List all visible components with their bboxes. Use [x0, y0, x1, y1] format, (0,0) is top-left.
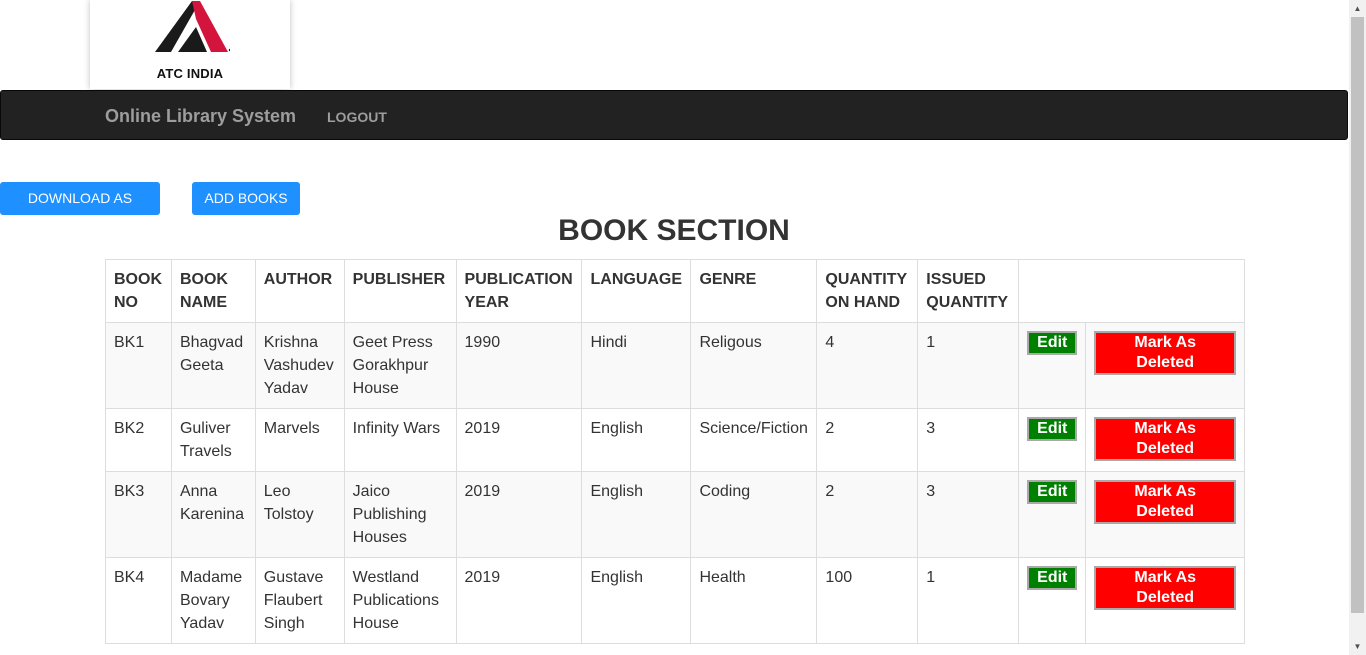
header-author: AUTHOR — [254, 259, 345, 323]
cell-book-name: Guliver Travels — [170, 408, 256, 472]
cell-edit: Edit — [1018, 557, 1087, 644]
cell-delete: Mark As Deleted — [1085, 557, 1245, 644]
header-issued-quantity: ISSUED QUANTITY — [917, 259, 1020, 323]
download-csv-button[interactable]: DOWNLOAD AS CSV — [0, 182, 160, 239]
cell-delete: Mark As Deleted — [1085, 322, 1245, 409]
edit-button[interactable]: Edit — [1027, 480, 1078, 504]
cell-book-name: Madame Bovary Yadav — [170, 557, 256, 644]
cell-delete: Mark As Deleted — [1085, 408, 1245, 472]
header-book-name: BOOK NAME — [170, 259, 256, 323]
cell-book-no: BK3 — [105, 471, 172, 558]
header-genre: GENRE — [690, 259, 818, 323]
table-row: BK1 Bhagvad Geeta Krishna Vashudev Yadav… — [105, 322, 1245, 409]
cell-genre: Science/Fiction — [690, 408, 818, 472]
cell-genre: Health — [690, 557, 818, 644]
logo-text: ATC INDIA — [156, 66, 224, 81]
cell-publisher: Infinity Wars — [343, 408, 457, 472]
cell-issued-quantity: 1 — [917, 322, 1020, 409]
mark-deleted-button[interactable]: Mark As Deleted — [1094, 480, 1236, 524]
table-header-row: BOOK NO BOOK NAME AUTHOR PUBLISHER PUBLI… — [105, 259, 1245, 323]
mark-deleted-button[interactable]: Mark As Deleted — [1094, 331, 1236, 375]
edit-button[interactable]: Edit — [1027, 566, 1078, 590]
navbar-brand[interactable]: Online Library System — [105, 106, 296, 127]
edit-button[interactable]: Edit — [1027, 331, 1078, 355]
table-row: BK3 Anna Karenina Leo Tolstoy Jaico Publ… — [105, 471, 1245, 558]
cell-issued-quantity: 3 — [917, 471, 1020, 558]
cell-publisher: Jaico Publishing Houses — [343, 471, 457, 558]
header-quantity-on-hand: QUANTITY ON HAND — [816, 259, 919, 323]
atc-logo-icon — [155, 1, 230, 52]
edit-button[interactable]: Edit — [1027, 417, 1078, 441]
table-row: BK2 Guliver Travels Marvels Infinity War… — [105, 408, 1245, 472]
cell-edit: Edit — [1018, 322, 1087, 409]
cell-publication-year: 1990 — [455, 322, 583, 409]
cell-book-no: BK1 — [105, 322, 172, 409]
company-logo: ATC INDIA — [90, 0, 290, 89]
mark-deleted-button[interactable]: Mark As Deleted — [1094, 566, 1236, 610]
cell-quantity-on-hand: 4 — [816, 322, 919, 409]
cell-author: Leo Tolstoy — [254, 471, 345, 558]
cell-book-no: BK2 — [105, 408, 172, 472]
page-title: BOOK SECTION — [558, 214, 790, 247]
cell-quantity-on-hand: 2 — [816, 471, 919, 558]
cell-book-no: BK4 — [105, 557, 172, 644]
cell-language: Hindi — [581, 322, 692, 409]
header-publication-year: PUBLICATION YEAR — [455, 259, 583, 323]
scroll-up-arrow-icon[interactable]: ▲ — [1349, 0, 1366, 17]
cell-book-name: Anna Karenina — [170, 471, 256, 558]
cell-edit: Edit — [1018, 408, 1087, 472]
cell-language: English — [581, 557, 692, 644]
cell-author: Krishna Vashudev Yadav — [254, 322, 345, 409]
vertical-scrollbar[interactable]: ▲ ▼ — [1349, 0, 1366, 655]
cell-language: English — [581, 471, 692, 558]
cell-publication-year: 2019 — [455, 557, 583, 644]
top-navbar: Online Library System LOGOUT — [0, 90, 1348, 140]
header-language: LANGUAGE — [581, 259, 692, 323]
add-books-button[interactable]: ADD BOOKS — [192, 182, 300, 215]
table-row: BK4 Madame Bovary Yadav Gustave Flaubert… — [105, 557, 1245, 644]
cell-author: Gustave Flaubert Singh — [254, 557, 345, 644]
scrollbar-thumb[interactable] — [1351, 17, 1364, 613]
cell-language: English — [581, 408, 692, 472]
cell-issued-quantity: 3 — [917, 408, 1020, 472]
cell-book-name: Bhagvad Geeta — [170, 322, 256, 409]
cell-delete: Mark As Deleted — [1085, 471, 1245, 558]
logout-link[interactable]: LOGOUT — [327, 109, 387, 125]
cell-genre: Coding — [690, 471, 818, 558]
cell-publisher: Geet Press Gorakhpur House — [343, 322, 457, 409]
header-actions — [1018, 259, 1245, 323]
books-table: BOOK NO BOOK NAME AUTHOR PUBLISHER PUBLI… — [105, 259, 1245, 644]
cell-issued-quantity: 1 — [917, 557, 1020, 644]
cell-publication-year: 2019 — [455, 408, 583, 472]
cell-genre: Religous — [690, 322, 818, 409]
cell-quantity-on-hand: 100 — [816, 557, 919, 644]
cell-quantity-on-hand: 2 — [816, 408, 919, 472]
header-publisher: PUBLISHER — [343, 259, 457, 323]
cell-publisher: Westland Publications House — [343, 557, 457, 644]
cell-author: Marvels — [254, 408, 345, 472]
cell-publication-year: 2019 — [455, 471, 583, 558]
mark-deleted-button[interactable]: Mark As Deleted — [1094, 417, 1236, 461]
cell-edit: Edit — [1018, 471, 1087, 558]
header-book-no: BOOK NO — [105, 259, 172, 323]
scroll-down-arrow-icon[interactable]: ▼ — [1349, 638, 1366, 655]
